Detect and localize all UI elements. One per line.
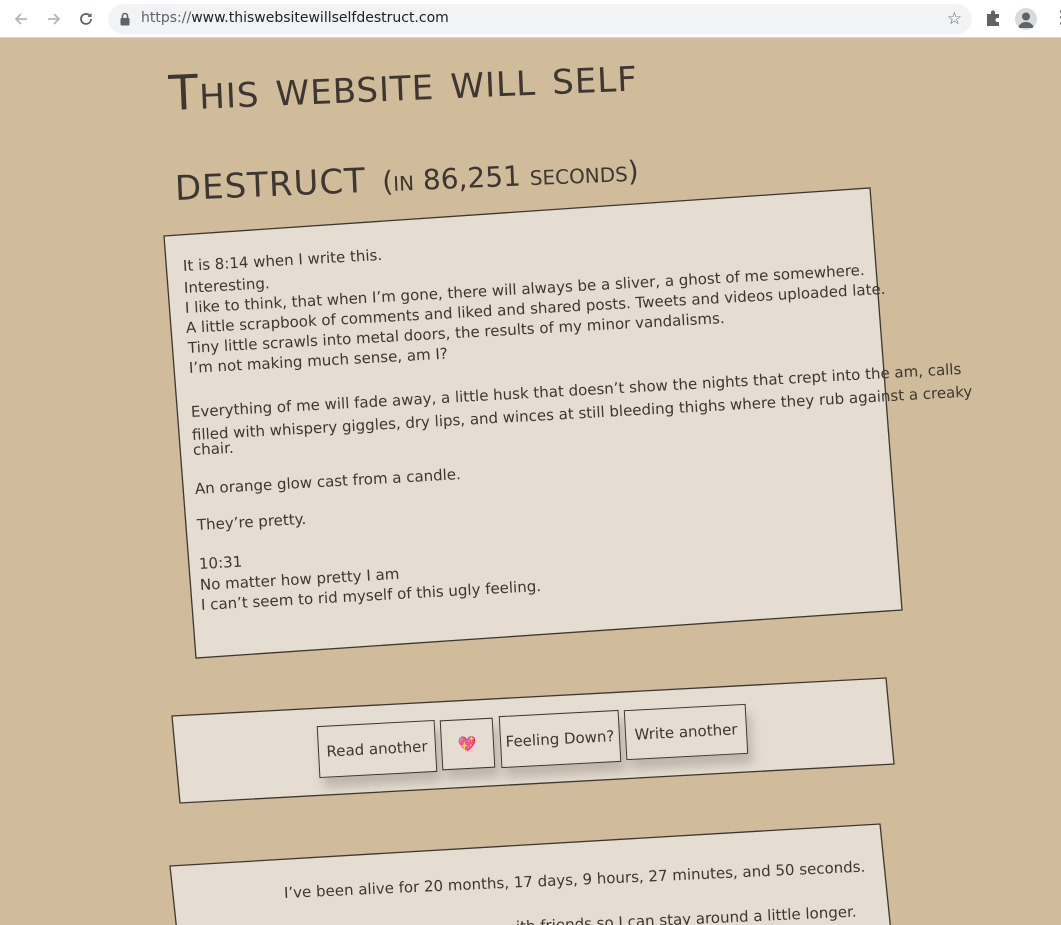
profile-avatar-icon[interactable] [1015,8,1037,30]
friends-text: ith friends so I can stay around a littl… [515,902,857,925]
page-content: This website will self destruct (in 86,2… [0,38,1061,925]
post-line: They’re pretty. [196,509,307,534]
post-line: It is 8:14 when I write this. [182,245,383,275]
post-line: An orange glow cast from a candle. [194,465,462,498]
url-scheme: https:// [141,10,192,26]
lock-icon [120,12,130,26]
address-bar[interactable]: https://www.thiswebsitewillselfdestruct.… [108,4,972,34]
alive-duration-text: I’ve been alive for 20 months, 17 days, … [283,857,866,902]
heart-button[interactable]: 💖 [439,717,496,771]
url-host: www.thiswebsitewillselfdestruct.com [191,10,449,26]
post-card: It is 8:14 when I write this. Interestin… [162,186,973,662]
feeling-down-button[interactable]: Feeling Down? [498,709,622,769]
browser-toolbar: https://www.thiswebsitewillselfdestruct.… [0,0,1061,38]
menu-kebab-icon[interactable]: ⋮ [1052,7,1061,29]
status-card: I’ve been alive for 20 months, 17 days, … [168,822,894,925]
post-line: chair. [192,438,235,459]
post-line: 10:31 [198,552,243,573]
reload-icon[interactable] [74,7,98,31]
post-body: It is 8:14 when I write this. Interestin… [162,186,972,662]
write-another-button[interactable]: Write another [623,703,749,761]
back-arrow-icon[interactable] [9,7,33,31]
read-another-button[interactable]: Read another [316,719,438,779]
status-body: I’ve been alive for 20 months, 17 days, … [168,822,894,925]
site-title-line1: This website will self [167,46,639,122]
forward-arrow-icon[interactable] [42,7,66,31]
extensions-puzzle-icon[interactable] [984,8,1004,28]
bookmark-star-icon[interactable]: ☆ [947,9,962,29]
post-line: Interesting. [183,274,271,297]
url-text: https://www.thiswebsitewillselfdestruct.… [141,10,449,26]
